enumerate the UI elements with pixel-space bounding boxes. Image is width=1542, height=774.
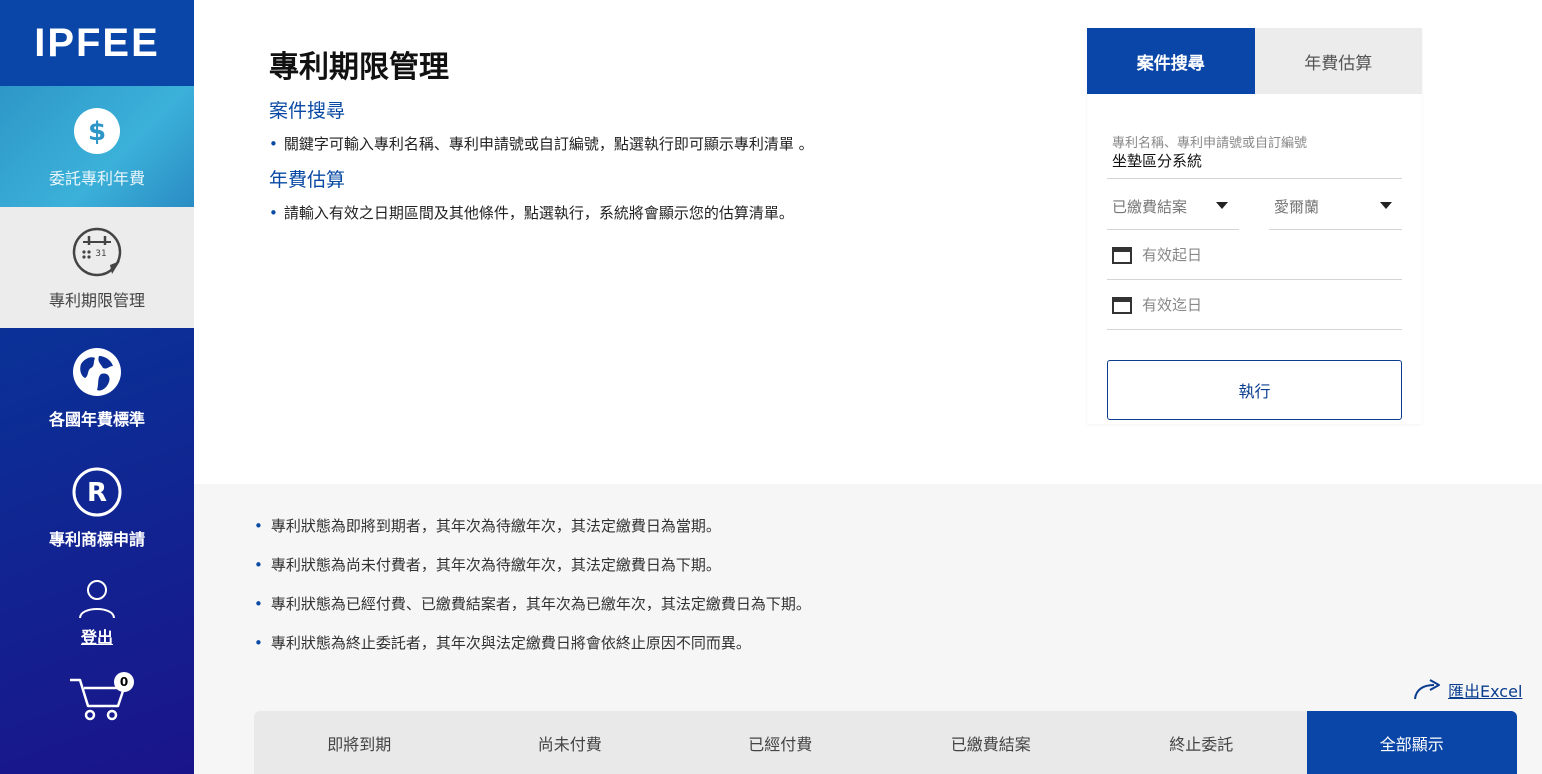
country-select[interactable]: 愛爾蘭 (1274, 196, 1319, 217)
end-date-input[interactable]: 有效迄日 (1112, 294, 1202, 315)
sidebar-item-label: 專利期限管理 (48, 290, 145, 310)
logo[interactable]: IPFEE (0, 0, 194, 86)
tab-fee-estimate[interactable]: 年費估算 (1254, 28, 1422, 94)
dollar-circle-icon: $ (74, 107, 120, 154)
calendar-icon (1112, 246, 1132, 264)
sidebar: IPFEE $ 委託專利年費 31 專利期限管理 各國年費標準 R 專利商標申請… (0, 0, 194, 774)
panel-tabs: 案件搜尋 年費估算 (1087, 28, 1422, 94)
divider (1107, 279, 1402, 280)
sidebar-item-label: 專利商標申請 (48, 530, 145, 549)
tab-paid[interactable]: 已經付費 (675, 711, 886, 774)
sidebar-item-entrusted-fee[interactable]: $ 委託專利年費 (0, 86, 194, 207)
sidebar-item-label: 委託專利年費 (48, 168, 145, 188)
keyword-field-label: 專利名稱、專利申請號或自訂編號 (1112, 136, 1308, 151)
sidebar-item-label: 登出 (80, 628, 113, 647)
start-date-placeholder: 有效起日 (1142, 246, 1203, 264)
status-note: 專利狀態為即將到期者，其年次為待繳年次，其法定繳費日為當期。 (254, 515, 721, 536)
keyword-input[interactable]: 坐墊區分系統 (1112, 150, 1202, 171)
sidebar-item-country-fee-standards[interactable]: 各國年費標準 (0, 328, 194, 448)
calendar-day-label: 31 (95, 249, 106, 259)
results-section: 專利狀態為即將到期者，其年次為待繳年次，其法定繳費日為當期。 專利狀態為尚未付費… (194, 484, 1542, 774)
status-note: 專利狀態為尚未付費者，其年次為待繳年次，其法定繳費日為下期。 (254, 554, 721, 575)
status-note: 專利狀態為終止委託者，其年次與法定繳費日將會依終止原因不同而異。 (254, 632, 751, 653)
sidebar-item-patent-trademark-application[interactable]: R 專利商標申請 (0, 448, 194, 568)
tab-due-soon[interactable]: 即將到期 (254, 711, 465, 774)
section-text-case-search: 關鍵字可輸入專利名稱、專利申請號或自訂編號，點選執行即可顯示專利清單 。 (269, 133, 814, 154)
svg-text:$: $ (88, 117, 106, 147)
sidebar-item-deadline-management[interactable]: 31 專利期限管理 (0, 207, 194, 328)
section-text-fee-estimate: 請輸入有效之日期區間及其他條件，點選執行，系統將會顯示您的估算清單。 (269, 202, 794, 223)
page-title: 專利期限管理 (269, 50, 449, 85)
tab-show-all[interactable]: 全部顯示 (1306, 711, 1517, 774)
globe-icon (73, 348, 121, 396)
tab-terminated[interactable]: 終止委託 (1096, 711, 1307, 774)
chevron-down-icon[interactable] (1380, 202, 1392, 209)
divider (1269, 229, 1402, 230)
divider (1107, 229, 1239, 230)
tab-unpaid[interactable]: 尚未付費 (465, 711, 676, 774)
export-excel-label: 匯出Excel (1448, 682, 1523, 701)
divider (1107, 329, 1402, 330)
section-heading-fee-estimate: 年費估算 (269, 169, 346, 191)
sidebar-item-label: 各國年費標準 (48, 410, 145, 429)
chevron-down-icon[interactable] (1216, 202, 1228, 209)
status-note: 專利狀態為已經付費、已繳費結案者，其年次為已繳年次，其法定繳費日為下期。 (254, 593, 811, 614)
export-excel-button[interactable]: 匯出Excel (1412, 678, 1522, 702)
user-icon (79, 580, 115, 619)
search-panel: 案件搜尋 年費估算 專利名稱、專利申請號或自訂編號 坐墊區分系統 已繳費結案 愛… (1087, 28, 1422, 424)
section-heading-case-search: 案件搜尋 (269, 100, 346, 122)
svg-text:R: R (87, 478, 107, 508)
registered-icon: R (72, 467, 122, 517)
cart-button[interactable]: 0 (68, 672, 138, 726)
sidebar-item-logout[interactable]: 登出 (0, 568, 194, 660)
calendar-icon: 31 (72, 227, 122, 276)
divider (1107, 178, 1402, 179)
status-filter-tabs: 即將到期 尚未付費 已經付費 已繳費結案 終止委託 全部顯示 (254, 711, 1517, 774)
share-arrow-icon (1414, 679, 1440, 700)
tab-case-search[interactable]: 案件搜尋 (1087, 28, 1255, 94)
end-date-placeholder: 有效迄日 (1142, 296, 1203, 314)
start-date-input[interactable]: 有效起日 (1112, 244, 1202, 265)
tab-paid-closed[interactable]: 已繳費結案 (886, 711, 1097, 774)
run-button[interactable]: 執行 (1107, 360, 1402, 420)
calendar-icon (1112, 296, 1132, 314)
cart-count-badge: 0 (114, 672, 134, 692)
status-select[interactable]: 已繳費結案 (1112, 196, 1187, 217)
